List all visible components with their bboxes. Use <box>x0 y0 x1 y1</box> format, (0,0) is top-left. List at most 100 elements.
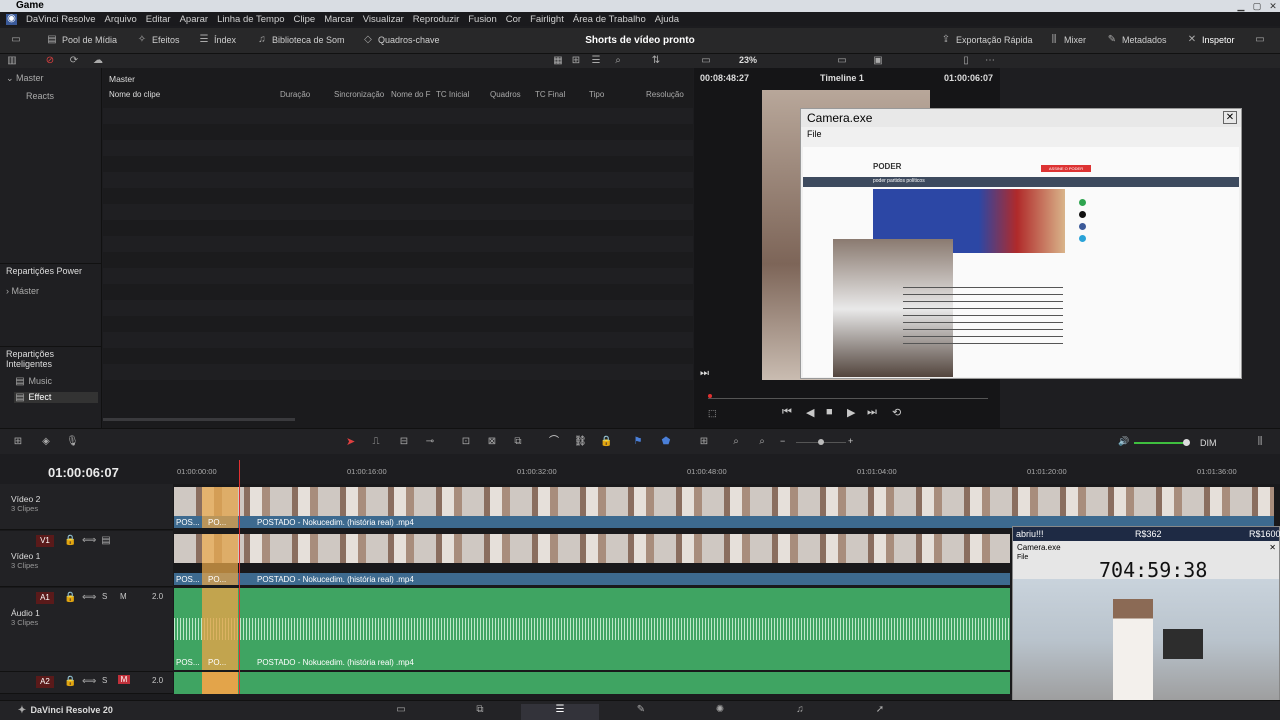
timeline-playhead[interactable] <box>239 460 240 694</box>
zoom-level[interactable]: 23% <box>739 55 757 65</box>
viewer-scrubber[interactable] <box>708 398 988 399</box>
page-deliver-icon[interactable]: ➚ <box>841 704 919 720</box>
metadata-button[interactable]: ✎ Metadados <box>1106 35 1167 46</box>
dim-button[interactable]: DIM <box>1200 438 1217 448</box>
zoom-custom-icon[interactable]: ⌕ <box>756 436 768 447</box>
menu-reproduzir[interactable]: Reproduzir <box>413 14 459 25</box>
expand-icon[interactable]: ▭ <box>1254 35 1266 45</box>
cloud-icon[interactable]: ☁ <box>92 55 104 66</box>
viewer-size-icon[interactable]: ▭ <box>836 55 848 66</box>
track-auto-select-icon[interactable]: ⟺ <box>82 535 96 546</box>
dynamic-trim-icon[interactable]: ⊟ <box>398 436 410 447</box>
menu-linha-de-tempo[interactable]: Linha de Tempo <box>217 14 284 25</box>
col-frames[interactable]: Quadros <box>490 90 521 99</box>
menu-aparar[interactable]: Aparar <box>180 14 209 25</box>
track-auto-select-icon[interactable]: ⟺ <box>82 676 96 687</box>
inspector-button[interactable]: ✕ Inspetor <box>1186 35 1235 46</box>
track-lock-icon[interactable]: 🔒 <box>64 592 76 603</box>
play-icon[interactable]: ▶ <box>847 406 855 419</box>
menu-fairlight[interactable]: Fairlight <box>530 14 564 25</box>
play-reverse-icon[interactable]: ◀ <box>806 406 814 419</box>
sound-library-button[interactable]: ♫ Biblioteca de Som <box>256 35 344 46</box>
overlay-icon[interactable]: ▣ <box>872 55 884 66</box>
col-type[interactable]: Tipo <box>589 90 604 99</box>
camera-file-menu[interactable]: File <box>807 129 822 139</box>
horizontal-scrollbar[interactable] <box>103 418 295 421</box>
viewer-options-icon[interactable]: ⏭ <box>700 368 709 379</box>
dual-viewer-icon[interactable]: ▯ <box>960 55 972 66</box>
menu-editar[interactable]: Editar <box>146 14 171 25</box>
menu-arquivo[interactable]: Arquivo <box>105 14 137 25</box>
linked-selection-icon[interactable]: ⛓ <box>574 436 587 447</box>
col-clip-name[interactable]: Nome do clipe <box>109 90 160 99</box>
track-enable-icon[interactable]: ▤ <box>100 535 112 546</box>
camera-close-button[interactable]: ✕ <box>1223 111 1237 124</box>
page-cut-icon[interactable]: ⧉ <box>441 704 519 720</box>
viewer-mode-icon[interactable]: ▭ <box>700 55 712 66</box>
quick-export-button[interactable]: ⇪ Exportação Rápida <box>940 35 1033 46</box>
page-edit-icon[interactable]: ☰ <box>521 704 599 720</box>
timeline-marker-icon[interactable]: ◈ <box>40 436 52 447</box>
loop-icon[interactable]: ⟲ <box>892 406 901 419</box>
zoom-slider-knob[interactable] <box>818 439 824 445</box>
video-1-thumbnails[interactable] <box>174 534 1010 563</box>
track-badge-a1[interactable]: A1 <box>36 592 54 604</box>
camera-window[interactable]: Camera.exe ✕ File PODER ASSINE O PODER G… <box>800 108 1242 379</box>
flag-icon[interactable]: ⚑ <box>632 436 644 447</box>
more-options-icon[interactable]: ⋯ <box>984 55 996 66</box>
insert-clip-icon[interactable]: ⊡ <box>460 436 472 447</box>
index-button[interactable]: ☰ Índex <box>198 35 237 46</box>
menu-davinci[interactable]: DaVinci Resolve <box>26 14 96 25</box>
menu-marcar[interactable]: Marcar <box>324 14 354 25</box>
video-2-thumbnails[interactable] <box>174 487 1274 516</box>
blade-tool-icon[interactable]: ⊸ <box>424 436 436 447</box>
mute-button[interactable]: M <box>120 592 127 601</box>
trim-tool-icon[interactable]: ⎍ <box>370 436 382 447</box>
stop-icon[interactable]: ■ <box>826 406 833 418</box>
position-lock-icon[interactable]: 🔒 <box>600 436 612 447</box>
go-to-start-icon[interactable]: ⏮ <box>782 406 792 419</box>
minimize-button[interactable]: ▁ <box>1234 0 1248 11</box>
col-tc-end[interactable]: TC Final <box>535 90 565 99</box>
page-media-icon[interactable]: ▭ <box>362 704 440 720</box>
track-lock-icon[interactable]: 🔒 <box>64 676 76 687</box>
grid-view-icon[interactable]: ⊞ <box>570 55 582 66</box>
overwrite-clip-icon[interactable]: ⊠ <box>486 436 498 447</box>
microphone-icon[interactable]: 🎙 <box>66 436 79 447</box>
bin-list-icon[interactable]: ⊘ <box>44 55 56 66</box>
menu-clipe[interactable]: Clipe <box>294 14 316 25</box>
track-badge-v1[interactable]: V1 <box>36 535 54 547</box>
go-to-end-icon[interactable]: ⏭ <box>867 406 877 419</box>
track-badge-a2[interactable]: A2 <box>36 676 54 688</box>
timeline-view-icon[interactable]: ⊞ <box>12 436 24 447</box>
page-fairlight-icon[interactable]: ♫ <box>761 704 839 720</box>
col-resolution[interactable]: Resolução <box>646 90 684 99</box>
smart-bin-effect[interactable]: ▤ Effect <box>14 392 98 403</box>
volume-slider-knob[interactable] <box>1183 439 1190 446</box>
track-header-video-1[interactable]: V1 🔒 ⟺ ▤ Vídeo 1 3 Clipes <box>0 531 173 587</box>
zoom-fit-icon[interactable]: ⊞ <box>698 436 710 447</box>
page-fusion-icon[interactable]: ✎ <box>602 704 680 720</box>
menu-visualizar[interactable]: Visualizar <box>363 14 404 25</box>
page-color-icon[interactable]: ✺ <box>681 704 759 720</box>
menu-cor[interactable]: Cor <box>506 14 521 25</box>
menu-ajuda[interactable]: Ajuda <box>655 14 679 25</box>
power-bin-master[interactable]: › Máster <box>6 286 39 296</box>
menu-fusion[interactable]: Fusion <box>468 14 497 25</box>
col-sync[interactable]: Sincronização <box>334 90 384 99</box>
track-lock-icon[interactable]: 🔒 <box>64 535 76 546</box>
bin-reacts[interactable]: Reacts <box>26 91 54 101</box>
effects-button[interactable]: ✧ Efeitos <box>136 35 180 46</box>
volume-slider[interactable] <box>1134 442 1186 444</box>
snapping-icon[interactable]: ⌒ <box>548 436 560 447</box>
thumbnail-view-icon[interactable]: ▦ <box>552 55 564 66</box>
solo-button[interactable]: S <box>102 676 107 685</box>
panel-toggle-icon[interactable]: ▭ <box>10 35 22 45</box>
smart-bin-music[interactable]: ▤ Music <box>14 376 52 387</box>
mixer-toggle-icon[interactable]: ⫼ <box>1254 436 1266 447</box>
mute-button-active[interactable]: M <box>118 675 130 684</box>
maximize-button[interactable]: ▢ <box>1250 0 1264 11</box>
zoom-out-icon[interactable]: − <box>780 436 785 446</box>
viewer-playhead[interactable] <box>708 394 712 398</box>
media-pool-button[interactable]: ▤ Pool de Mídia <box>46 35 117 46</box>
